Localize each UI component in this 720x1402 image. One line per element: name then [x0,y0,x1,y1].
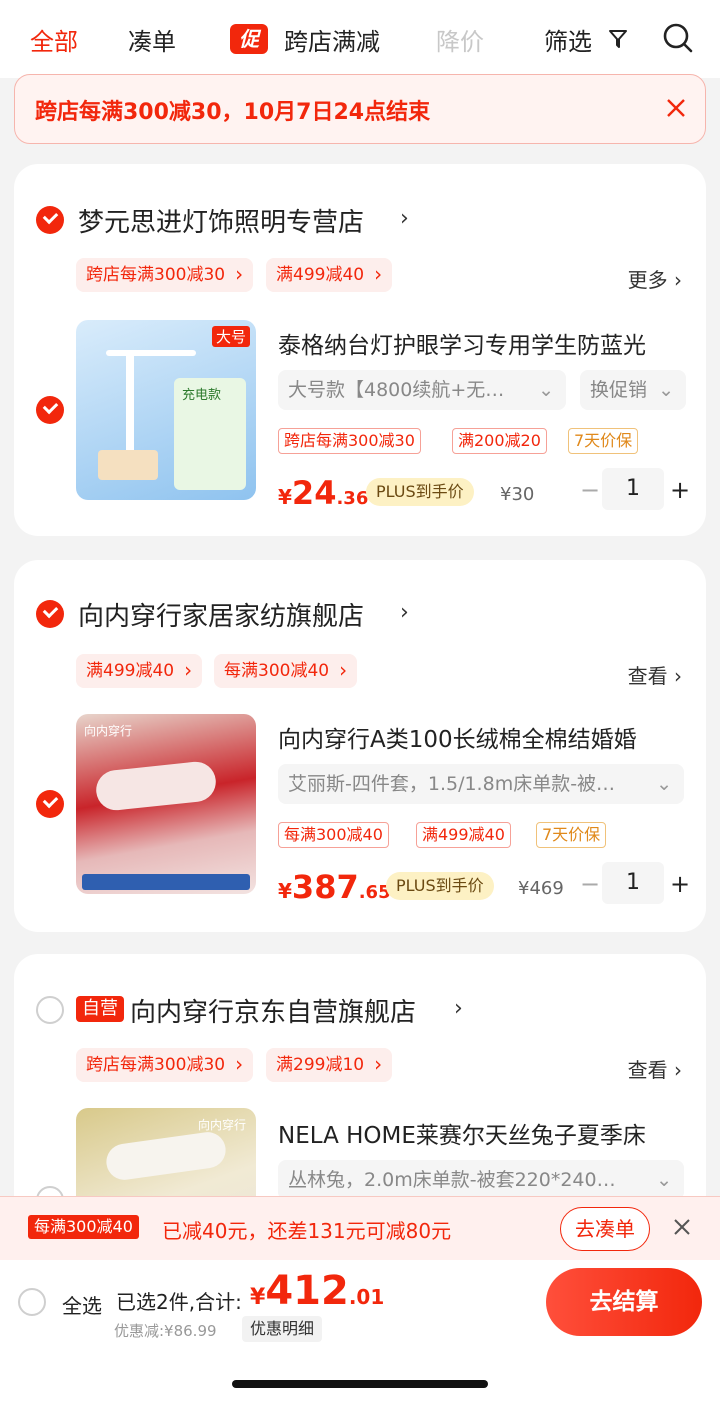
promo-tag-icon: 促 [230,24,268,54]
product-price: ¥387.65 [278,868,391,906]
tab-price-drop[interactable]: 降价 [436,22,484,57]
view-link[interactable]: 查看 › [628,660,682,689]
select-all-label[interactable]: 全选 [62,1290,102,1319]
checkout-bar: 全选 已选2件,合计: ¥412.01 优惠减:¥86.99 优惠明细 去结算 [0,1260,720,1402]
chevron-right-icon: › [400,600,409,625]
home-indicator [232,1380,488,1388]
product-image[interactable]: 大号 充电款 [76,320,256,500]
discount-detail-link[interactable]: 优惠明细 [242,1316,323,1342]
product-title[interactable]: 泰格纳台灯护眼学习专用学生防蓝光 [278,326,678,360]
store-promo-chip[interactable]: 每满300减40 [214,653,358,688]
promo-notice-banner: 跨店每满300减30，10月7日24点结束 [14,74,706,144]
plus-price-tag: PLUS到手价 [366,478,474,506]
product-promo-tag: 跨店每满300减30 [278,428,421,454]
store-promo-chip[interactable]: 满299减10 [266,1047,393,1082]
thumb-label: 向内穿行 [84,724,133,738]
product-promo-tag: 满499减40 [416,822,511,848]
store-checkbox[interactable] [36,206,64,234]
thumb-label: 大号 [211,326,250,347]
tab-all[interactable]: 全部 [30,22,78,57]
chevron-right-icon: › [400,206,409,231]
product-title[interactable]: 向内穿行A类100长绒棉全棉结婚婚 [278,720,678,754]
selection-summary: 已选2件,合计: [116,1290,242,1314]
tab-bundle[interactable]: 凑单 [128,22,176,57]
price-protect-tag: 7天价保 [536,822,607,848]
store-checkbox[interactable] [36,996,64,1024]
store-checkbox[interactable] [36,600,64,628]
store-promo-chip[interactable]: 满499减40 [76,653,203,688]
close-icon[interactable] [672,1217,692,1237]
select-all-checkbox[interactable] [18,1288,46,1316]
product-price: ¥24.36 [278,474,369,512]
store-promo-chip[interactable]: 跨店每满300减30 [76,257,254,292]
chevron-right-icon: › [454,996,463,1021]
thumb-sub-label: 充电款 [182,388,222,403]
thumb-label: 向内穿行 [197,1118,246,1132]
self-operated-badge: 自营 [76,996,124,1022]
product-title[interactable]: NELA HOME莱赛尔天丝兔子夏季床 [278,1116,678,1150]
original-price: ¥30 [500,484,535,505]
promo-message: 已减40元，还差131元可减80元 [162,1219,452,1243]
product-promo-tag: 满200减20 [452,428,547,454]
price-protect-tag: 7天价保 [568,428,639,454]
qty-increase-button[interactable]: + [670,476,690,504]
tab-cross-store-discount[interactable]: 跨店满减 [284,22,380,57]
store-name[interactable]: 梦元思进灯饰照明专营店 [78,202,364,239]
checkout-button[interactable]: 去结算 [546,1268,702,1336]
filter-icon[interactable] [608,28,628,50]
bundle-promo-bar: 每满300减40 已减40元，还差131元可减80元 去凑单 [0,1196,720,1260]
spec-selector[interactable]: 大号款【4800续航+无… ⌄ [278,370,566,410]
store-name[interactable]: 向内穿行家居家纺旗舰店 [78,596,364,633]
more-link[interactable]: 更多 › [628,264,682,293]
qty-increase-button[interactable]: + [670,870,690,898]
product-checkbox[interactable] [36,396,64,424]
view-link[interactable]: 查看 › [628,1054,682,1083]
product-image[interactable]: 向内穿行 [76,714,256,894]
plus-price-tag: PLUS到手价 [386,872,494,900]
store-promo-chip[interactable]: 跨店每满300减30 [76,1047,254,1082]
qty-decrease-button[interactable]: − [580,870,600,898]
total-price: ¥412.01 [250,1268,385,1314]
store-promo-chip[interactable]: 满499减40 [266,257,393,292]
discount-amount: 优惠减:¥86.99 [114,1322,217,1340]
store-card: 向内穿行家居家纺旗舰店 › 满499减40 每满300减40 查看 › 向内穿行… [14,560,706,932]
tab-filter[interactable]: 筛选 [544,22,592,57]
filter-tab-bar: 全部 凑单 促 跨店满减 降价 筛选 [0,0,720,78]
store-card: 梦元思进灯饰照明专营店 › 跨店每满300减30 满499减40 更多 › 大号… [14,164,706,536]
product-checkbox[interactable] [36,790,64,818]
quantity-field[interactable]: 1 [602,468,664,510]
notice-text: 跨店每满300减30，10月7日24点结束 [35,100,431,125]
store-name[interactable]: 向内穿行京东自营旗舰店 [130,992,416,1029]
qty-decrease-button[interactable]: − [580,476,600,504]
promo-badge: 每满300减40 [28,1215,139,1239]
spec-selector[interactable]: 丛林兔，2.0m床单款-被套220*240… ⌄ [278,1160,684,1200]
search-icon[interactable] [662,22,694,54]
product-promo-tag: 每满300减40 [278,822,389,848]
spec-selector[interactable]: 艾丽斯-四件套，1.5/1.8m床单款-被… ⌄ [278,764,684,804]
quantity-field[interactable]: 1 [602,862,664,904]
change-promo-selector[interactable]: 换促销 ⌄ [580,370,686,410]
go-bundle-button[interactable]: 去凑单 [560,1207,650,1251]
close-icon[interactable] [665,97,687,119]
original-price: ¥469 [518,878,564,899]
